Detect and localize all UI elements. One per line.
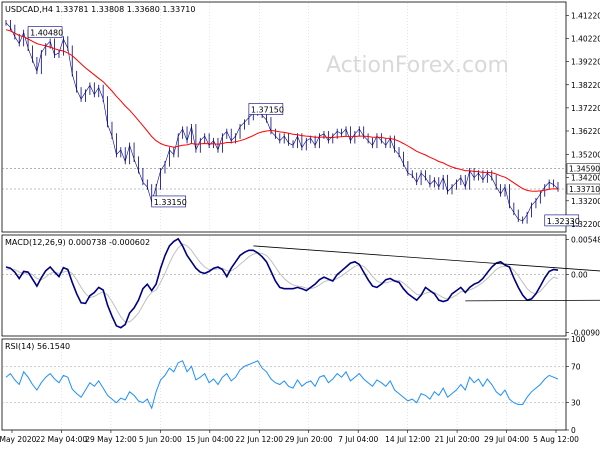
rsi-y-tick-label: 30 — [571, 399, 581, 408]
x-tick-label: 7 Jul 04:00 — [338, 435, 378, 444]
watermark: ActionForex.com — [326, 53, 509, 78]
x-tick-label: 29 May 12:00 — [85, 435, 137, 444]
annotation-label: 1.33150 — [154, 198, 187, 207]
x-tick-label: 22 Jun 12:00 — [235, 435, 283, 444]
price-y-tick-label: 1.33200 — [571, 197, 600, 206]
macd-panel-title: MACD(12,26,9) 0.000738 -0.000602 — [5, 238, 150, 247]
price-y-tick-label: 1.41220 — [571, 11, 600, 20]
chart-canvas: ActionForex.com 1.34590 1.33710 1.40480 1.… — [0, 0, 600, 450]
price-panel-title: USDCAD,H4 1.33781 1.33808 1.33680 1.3371… — [5, 5, 195, 14]
rsi-y-tick-label: 100 — [571, 335, 586, 344]
price-level-label: 1.33710 — [569, 185, 600, 194]
price-y-tick-label: 1.32200 — [571, 220, 600, 229]
rsi-panel-title: RSI(14) 56.1540 — [5, 342, 70, 351]
price-y-tick-label: 1.34200 — [571, 174, 600, 183]
annotation-label: 1.37150 — [251, 105, 284, 114]
price-y-tick-label: 1.39220 — [571, 58, 600, 67]
x-tick-label: 5 Jun 20:00 — [139, 435, 182, 444]
x-tick-label: 14 May 2020 — [0, 435, 37, 444]
x-tick-label: 21 Jul 20:00 — [435, 435, 480, 444]
annotation-label: 1.40480 — [30, 29, 63, 38]
price-y-tick-label: 1.40220 — [571, 35, 600, 44]
rsi-y-tick-label: 70 — [571, 362, 581, 371]
macd-y-tick-label: 0.005486 — [571, 236, 600, 245]
x-tick-label: 29 Jul 04:00 — [484, 435, 529, 444]
rsi-y-tick-label: 0 — [571, 426, 576, 435]
macd-y-tick-label: 0.00 — [571, 271, 588, 280]
x-tick-label: 22 May 04:00 — [36, 435, 88, 444]
x-tick-label: 29 Jun 20:00 — [285, 435, 333, 444]
x-tick-label: 5 Aug 12:00 — [533, 435, 579, 444]
price-y-tick-label: 1.38220 — [571, 81, 600, 90]
x-tick-label: 14 Jul 12:00 — [385, 435, 430, 444]
price-y-tick-label: 1.37220 — [571, 104, 600, 113]
x-tick-label: 15 Jun 04:00 — [186, 435, 234, 444]
price-y-tick-label: 1.35200 — [571, 151, 600, 160]
price-y-tick-label: 1.36220 — [571, 127, 600, 136]
price-level-label: 1.34590 — [569, 165, 600, 174]
